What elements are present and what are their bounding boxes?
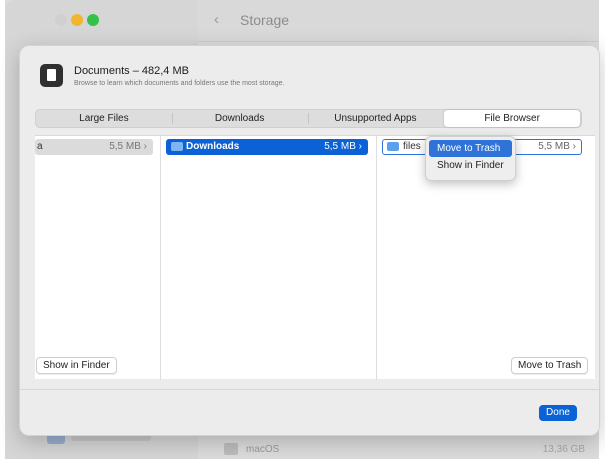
menu-item-move-to-trash[interactable]: Move to Trash bbox=[429, 140, 512, 157]
item-name: a bbox=[37, 141, 43, 152]
divider bbox=[20, 389, 599, 390]
tab-downloads[interactable]: Downloads bbox=[171, 110, 308, 127]
folder-icon bbox=[387, 142, 399, 151]
document-icon bbox=[40, 64, 63, 87]
tab-file-browser[interactable]: File Browser bbox=[444, 110, 580, 127]
tab-unsupported-apps[interactable]: Unsupported Apps bbox=[307, 110, 444, 127]
minimize-window-button[interactable] bbox=[71, 14, 83, 26]
menu-item-show-in-finder[interactable]: Show in Finder bbox=[429, 157, 512, 174]
tab-bar: Large Files Downloads Unsupported Apps F… bbox=[35, 109, 582, 128]
frame-left bbox=[0, 0, 5, 459]
item-size: 5,5 MB › bbox=[538, 141, 576, 152]
back-chevron-icon[interactable]: ‹ bbox=[214, 11, 219, 28]
item-size: 5,5 MB › bbox=[109, 141, 147, 152]
browser-column-2: Downloads 5,5 MB › bbox=[161, 136, 377, 380]
move-to-trash-button[interactable]: Move to Trash bbox=[511, 357, 589, 374]
item-name: Downloads bbox=[186, 141, 240, 152]
item-size: 5,5 MB › bbox=[324, 141, 362, 152]
done-button[interactable]: Done bbox=[539, 405, 577, 421]
list-item[interactable]: a 5,5 MB › bbox=[35, 139, 153, 155]
window-title: Storage bbox=[240, 12, 290, 28]
browser-column-1: a 5,5 MB › bbox=[35, 136, 161, 380]
disk-size: 13,36 GB bbox=[542, 444, 585, 455]
zoom-window-button[interactable] bbox=[87, 14, 99, 26]
sheet-subtitle: Browse to learn which documents and fold… bbox=[74, 80, 285, 87]
bg-disk-row: macOS 13,36 GB bbox=[198, 440, 599, 459]
disk-icon bbox=[224, 443, 238, 455]
show-in-finder-button[interactable]: Show in Finder bbox=[36, 357, 117, 374]
disk-name: macOS bbox=[246, 444, 280, 455]
tab-large-files[interactable]: Large Files bbox=[36, 110, 172, 127]
item-name: files bbox=[403, 141, 421, 152]
close-window-button[interactable] bbox=[55, 14, 67, 26]
context-menu: Move to Trash Show in Finder bbox=[425, 136, 516, 181]
sheet-title: Documents – 482,4 MB bbox=[74, 65, 189, 77]
list-item-downloads[interactable]: Downloads 5,5 MB › bbox=[166, 139, 368, 155]
documents-sheet: Documents – 482,4 MB Browse to learn whi… bbox=[19, 45, 600, 436]
sheet-header: Documents – 482,4 MB Browse to learn whi… bbox=[40, 63, 540, 93]
folder-icon bbox=[171, 142, 183, 151]
